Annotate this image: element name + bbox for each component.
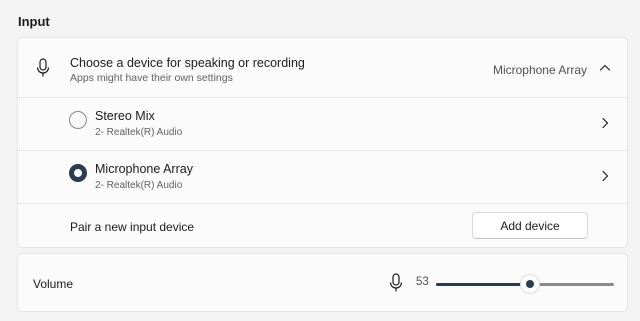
add-device-button[interactable]: Add device [472,212,588,239]
microphone-icon[interactable] [389,273,403,293]
chevron-right-icon[interactable] [601,117,609,129]
pair-device-row: Pair a new input device Add device [18,204,627,248]
chevron-right-icon[interactable] [601,170,609,182]
device-detail: 2- Realtek(R) Audio [95,180,183,191]
section-title: Input [18,14,50,29]
device-name: Microphone Array [95,162,193,176]
device-select-subtitle: Apps might have their own settings [70,72,233,84]
volume-label: Volume [33,277,74,291]
radio-button-selected[interactable] [69,164,87,182]
device-name: Stereo Mix [95,109,155,123]
device-item-microphone-array[interactable]: Microphone Array 2- Realtek(R) Audio [18,151,627,203]
input-device-card: Choose a device for speaking or recordin… [17,37,628,248]
microphone-icon [36,58,50,77]
slider-thumb[interactable] [520,274,540,294]
device-detail: 2- Realtek(R) Audio [95,127,183,138]
chevron-up-icon[interactable] [599,63,611,73]
slider-fill [436,283,530,286]
pair-device-label: Pair a new input device [70,220,195,234]
device-item-stereo-mix[interactable]: Stereo Mix 2- Realtek(R) Audio [18,98,627,150]
radio-button[interactable] [69,111,87,129]
volume-value: 53 [416,276,429,288]
device-select-header[interactable]: Choose a device for speaking or recordin… [18,38,627,97]
selected-device-value: Microphone Array [492,63,587,77]
volume-card: Volume 53 [17,253,628,312]
device-select-title: Choose a device for speaking or recordin… [70,56,305,70]
volume-slider[interactable] [436,274,614,294]
